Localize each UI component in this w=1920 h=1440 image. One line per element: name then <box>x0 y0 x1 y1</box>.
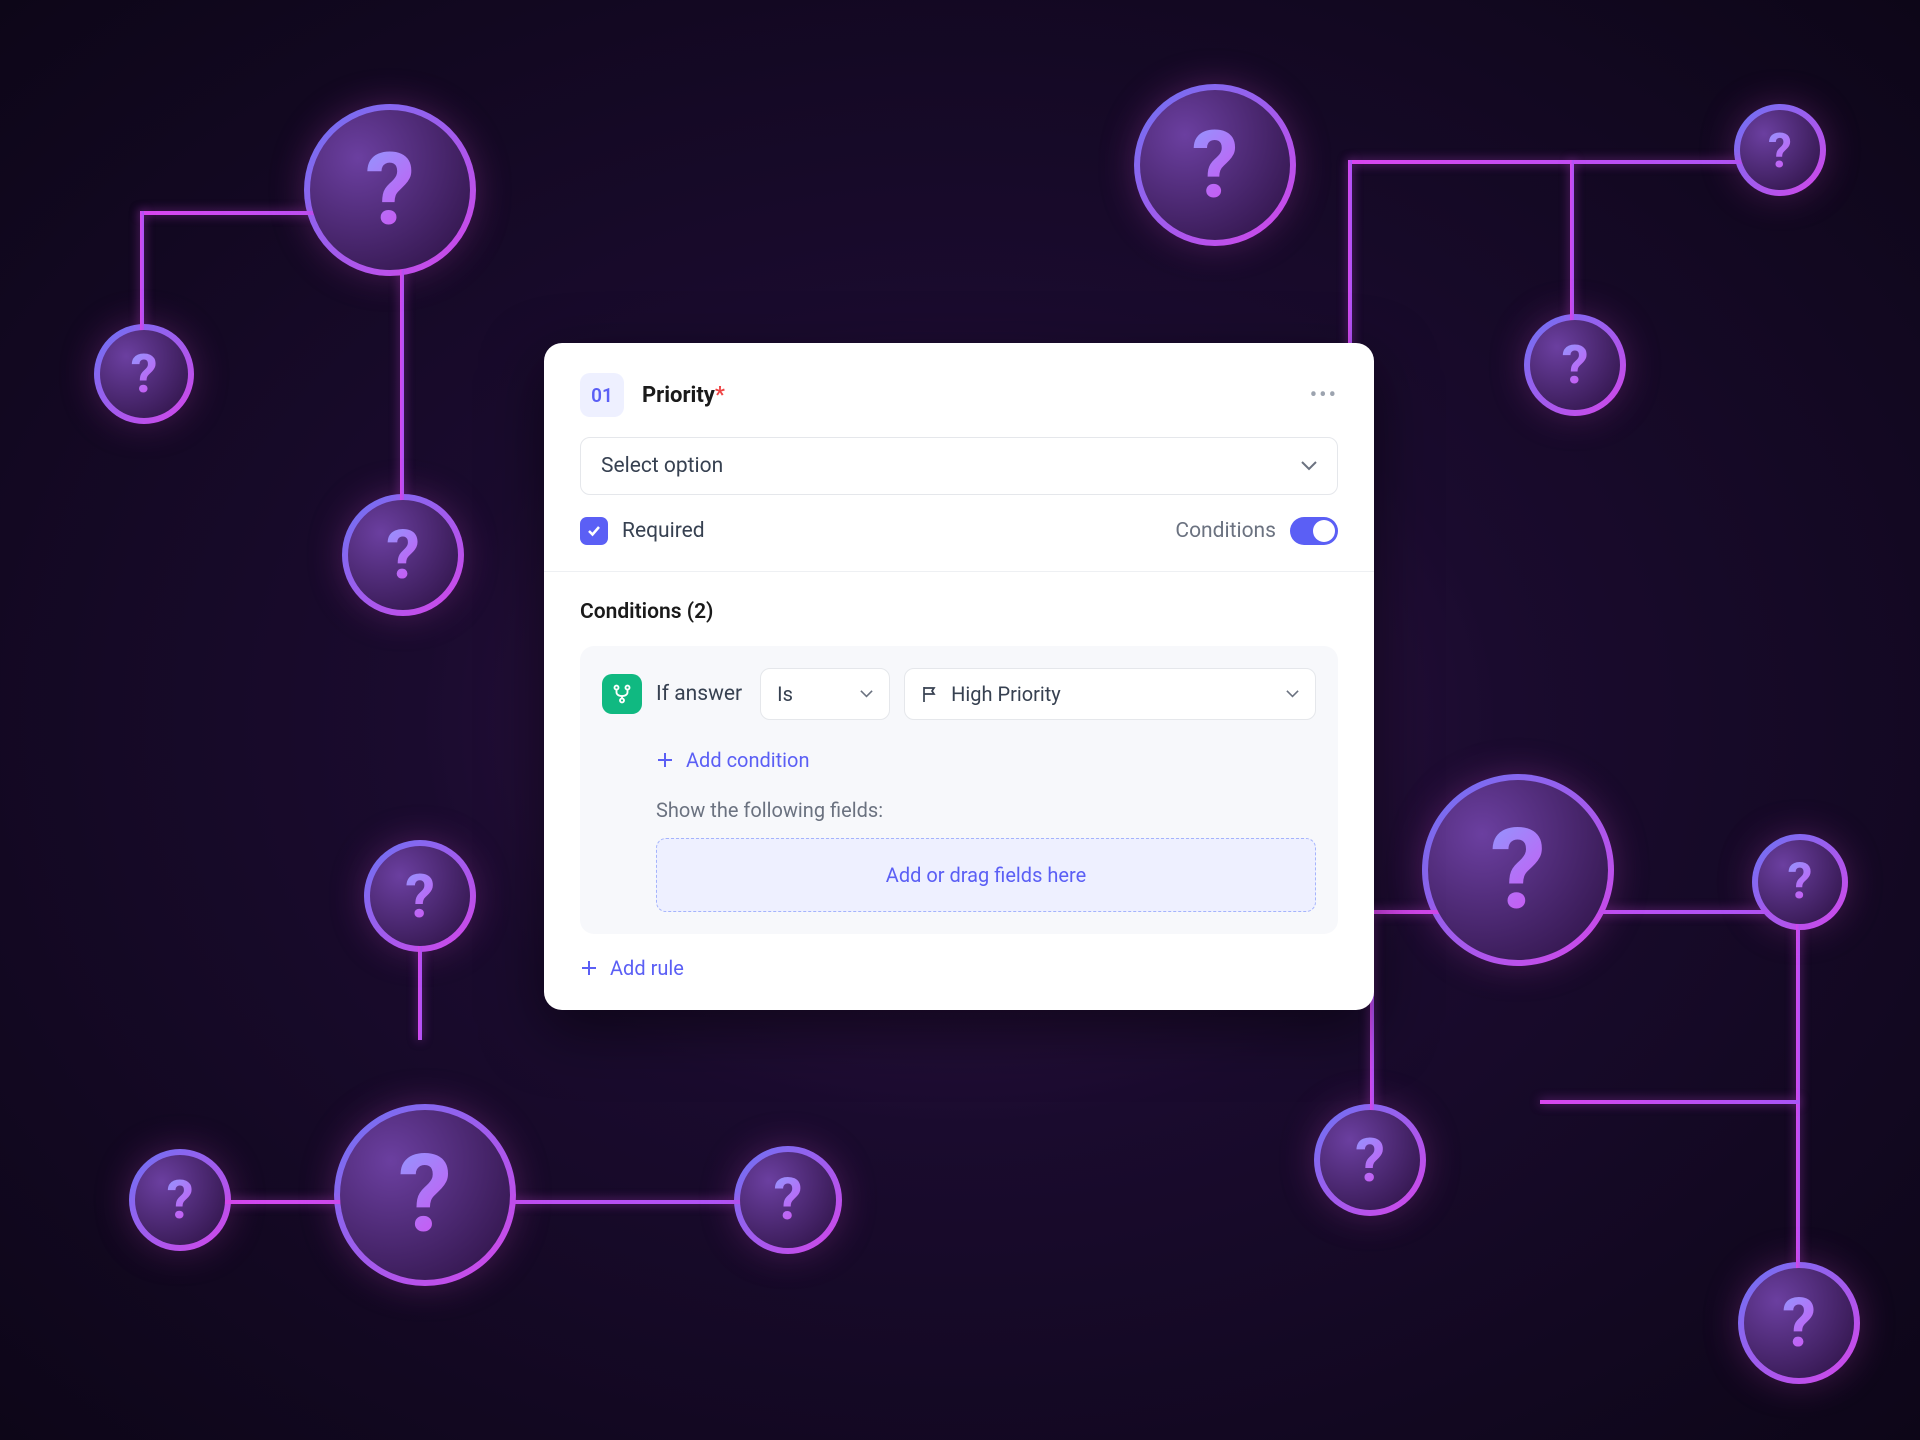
required-checkbox-group: Required <box>580 517 705 545</box>
more-options-button[interactable]: ••• <box>1310 383 1338 408</box>
field-config-card: 01 Priority* ••• Select option Required … <box>544 343 1374 1010</box>
conditions-toggle-group: Conditions <box>1175 517 1338 545</box>
value-dropdown[interactable]: High Priority <box>904 668 1316 720</box>
field-number-badge: 01 <box>580 373 624 417</box>
options-row: Required Conditions <box>544 495 1374 572</box>
card-header: 01 Priority* ••• <box>544 343 1374 437</box>
rule-card: If answer Is High Priority <box>580 646 1338 934</box>
required-marker: * <box>715 383 725 408</box>
show-fields-label: Show the following fields: <box>602 798 1316 822</box>
option-select[interactable]: Select option <box>580 437 1338 495</box>
add-condition-label: Add condition <box>686 748 810 772</box>
drop-zone-label: Add or drag fields here <box>886 863 1086 887</box>
operator-value: Is <box>777 682 793 706</box>
field-title: Priority* <box>642 383 1292 408</box>
value-text: High Priority <box>951 682 1061 706</box>
conditions-title: Conditions (2) <box>580 600 1338 624</box>
add-rule-label: Add rule <box>610 956 684 980</box>
add-rule-button[interactable]: Add rule <box>580 956 1338 980</box>
condition-row: If answer Is High Priority <box>602 668 1316 720</box>
chevron-down-icon <box>860 690 873 698</box>
chevron-down-icon <box>1301 461 1317 471</box>
chevron-down-icon <box>1286 690 1299 698</box>
branch-icon <box>602 674 642 714</box>
add-condition-button[interactable]: Add condition <box>602 748 1316 772</box>
check-icon <box>586 523 602 539</box>
if-answer-label: If answer <box>656 682 742 706</box>
required-label: Required <box>622 519 705 543</box>
operator-dropdown[interactable]: Is <box>760 668 890 720</box>
conditions-section: Conditions (2) If answer Is <box>544 572 1374 1010</box>
required-checkbox[interactable] <box>580 517 608 545</box>
select-placeholder: Select option <box>601 454 723 478</box>
flag-icon <box>921 685 939 703</box>
plus-icon <box>656 751 674 769</box>
conditions-toggle-label: Conditions <box>1175 519 1276 543</box>
fields-drop-zone[interactable]: Add or drag fields here <box>656 838 1316 912</box>
plus-icon <box>580 959 598 977</box>
conditions-toggle[interactable] <box>1290 517 1338 545</box>
